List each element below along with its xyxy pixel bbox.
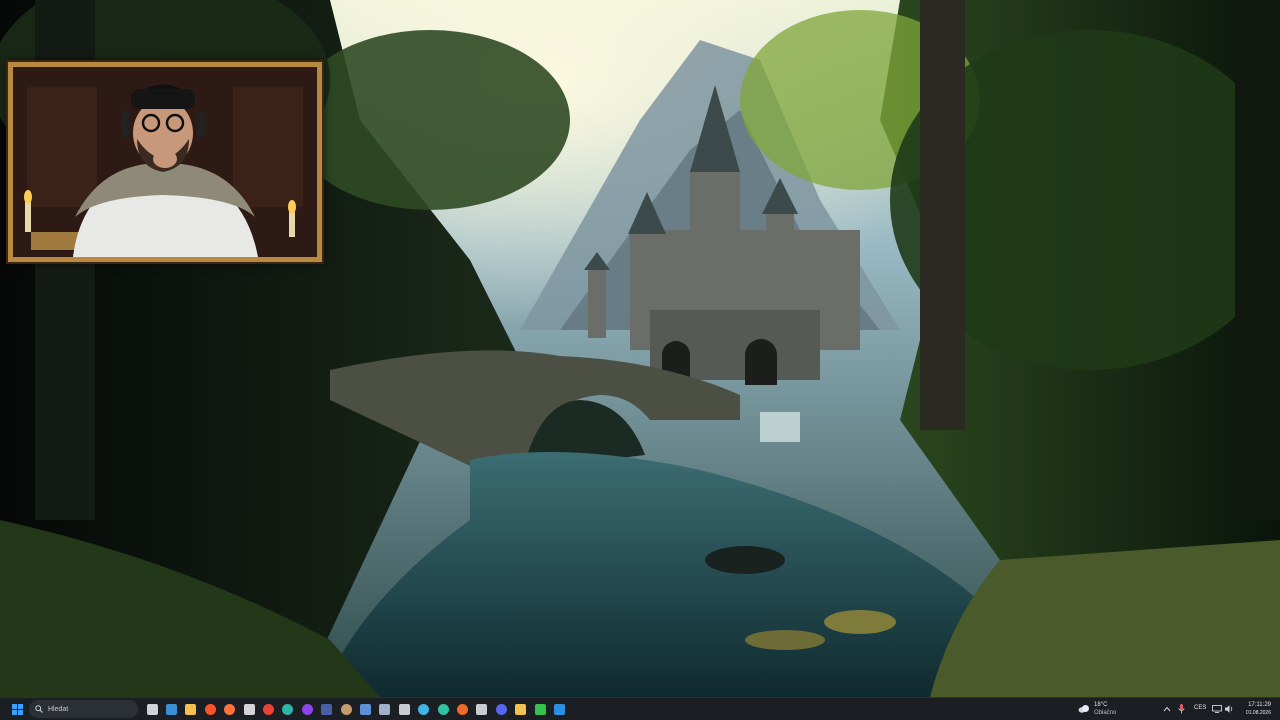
weather-widget[interactable]: 18°C Oblačno [1076,700,1124,718]
taskbar-app-button[interactable] [259,700,277,718]
taskbar-app-button[interactable] [415,700,433,718]
app-icon-browser [456,703,468,715]
taskbar-app-button[interactable] [337,700,355,718]
app-icon-cube [398,703,410,715]
taskbar-app-button[interactable] [550,700,568,718]
taskbar-app-button[interactable] [318,700,336,718]
input-language[interactable]: CES [1194,705,1206,711]
clock-button[interactable]: 17:11:29 01.08.2026 [1238,700,1274,718]
app-icon-tool [359,703,371,715]
vscode-icon [553,703,565,715]
app-icon-arrow [515,703,527,715]
taskbar-app-button[interactable] [162,700,180,718]
taskbar-app-button[interactable] [201,700,219,718]
taskbar-app-button[interactable] [453,700,471,718]
firefox-icon [224,703,236,715]
app-icon-database [476,703,488,715]
search-icon [35,705,43,713]
webcam-overlay [6,60,324,264]
taskbar-app-button[interactable] [143,700,161,718]
app-icon-swirl [437,703,449,715]
app-icon-dark [321,703,333,715]
edge-icon [282,703,294,715]
task-view-icon [146,703,158,715]
taskbar-search-box[interactable]: Hledat [29,700,138,718]
search-placeholder: Hledat [48,705,69,713]
clock-date: 01.08.2026 [1245,710,1271,716]
streamer-video [13,67,317,257]
app-icon-discord [495,703,507,715]
app-icon-pen [379,703,391,715]
taskbar-app-button[interactable] [492,700,510,718]
microphone-button[interactable] [1172,700,1190,718]
taskbar-app-button[interactable] [512,700,530,718]
taskbar-app-button[interactable] [298,700,316,718]
streaming-app-icon [301,703,313,715]
brave-icon [204,703,216,715]
taskbar-app-button[interactable] [531,700,549,718]
steam-icon [165,703,177,715]
music-icon [243,703,255,715]
app-icon-play [534,703,546,715]
taskbar: Hledat 18°C Oblačno CES 17:11:29 01.08.2… [0,697,1280,720]
microphone-icon [1177,704,1185,714]
taskbar-app-button[interactable] [395,700,413,718]
clock-time: 17:11:29 [1248,702,1271,708]
windows-logo-icon [11,703,23,715]
taskbar-app-button[interactable] [356,700,374,718]
taskbar-app-button[interactable] [434,700,452,718]
cloud-icon [1078,705,1089,713]
chrome-icon [262,703,274,715]
app-icon-avatar [340,703,352,715]
taskbar-app-button[interactable] [376,700,394,718]
weather-temperature: 18°C [1094,702,1108,708]
volume-button[interactable] [1220,700,1238,718]
file-explorer-icon [185,703,197,715]
taskbar-app-button[interactable] [221,700,239,718]
taskbar-app-button[interactable] [182,700,200,718]
weather-condition: Oblačno [1094,710,1117,716]
app-icon-globe [418,703,430,715]
speaker-icon [1224,705,1232,713]
chevron-up-icon [1163,706,1171,712]
start-button[interactable] [8,700,26,718]
taskbar-app-button[interactable] [473,700,491,718]
taskbar-app-button[interactable] [240,700,258,718]
taskbar-app-button[interactable] [279,700,297,718]
